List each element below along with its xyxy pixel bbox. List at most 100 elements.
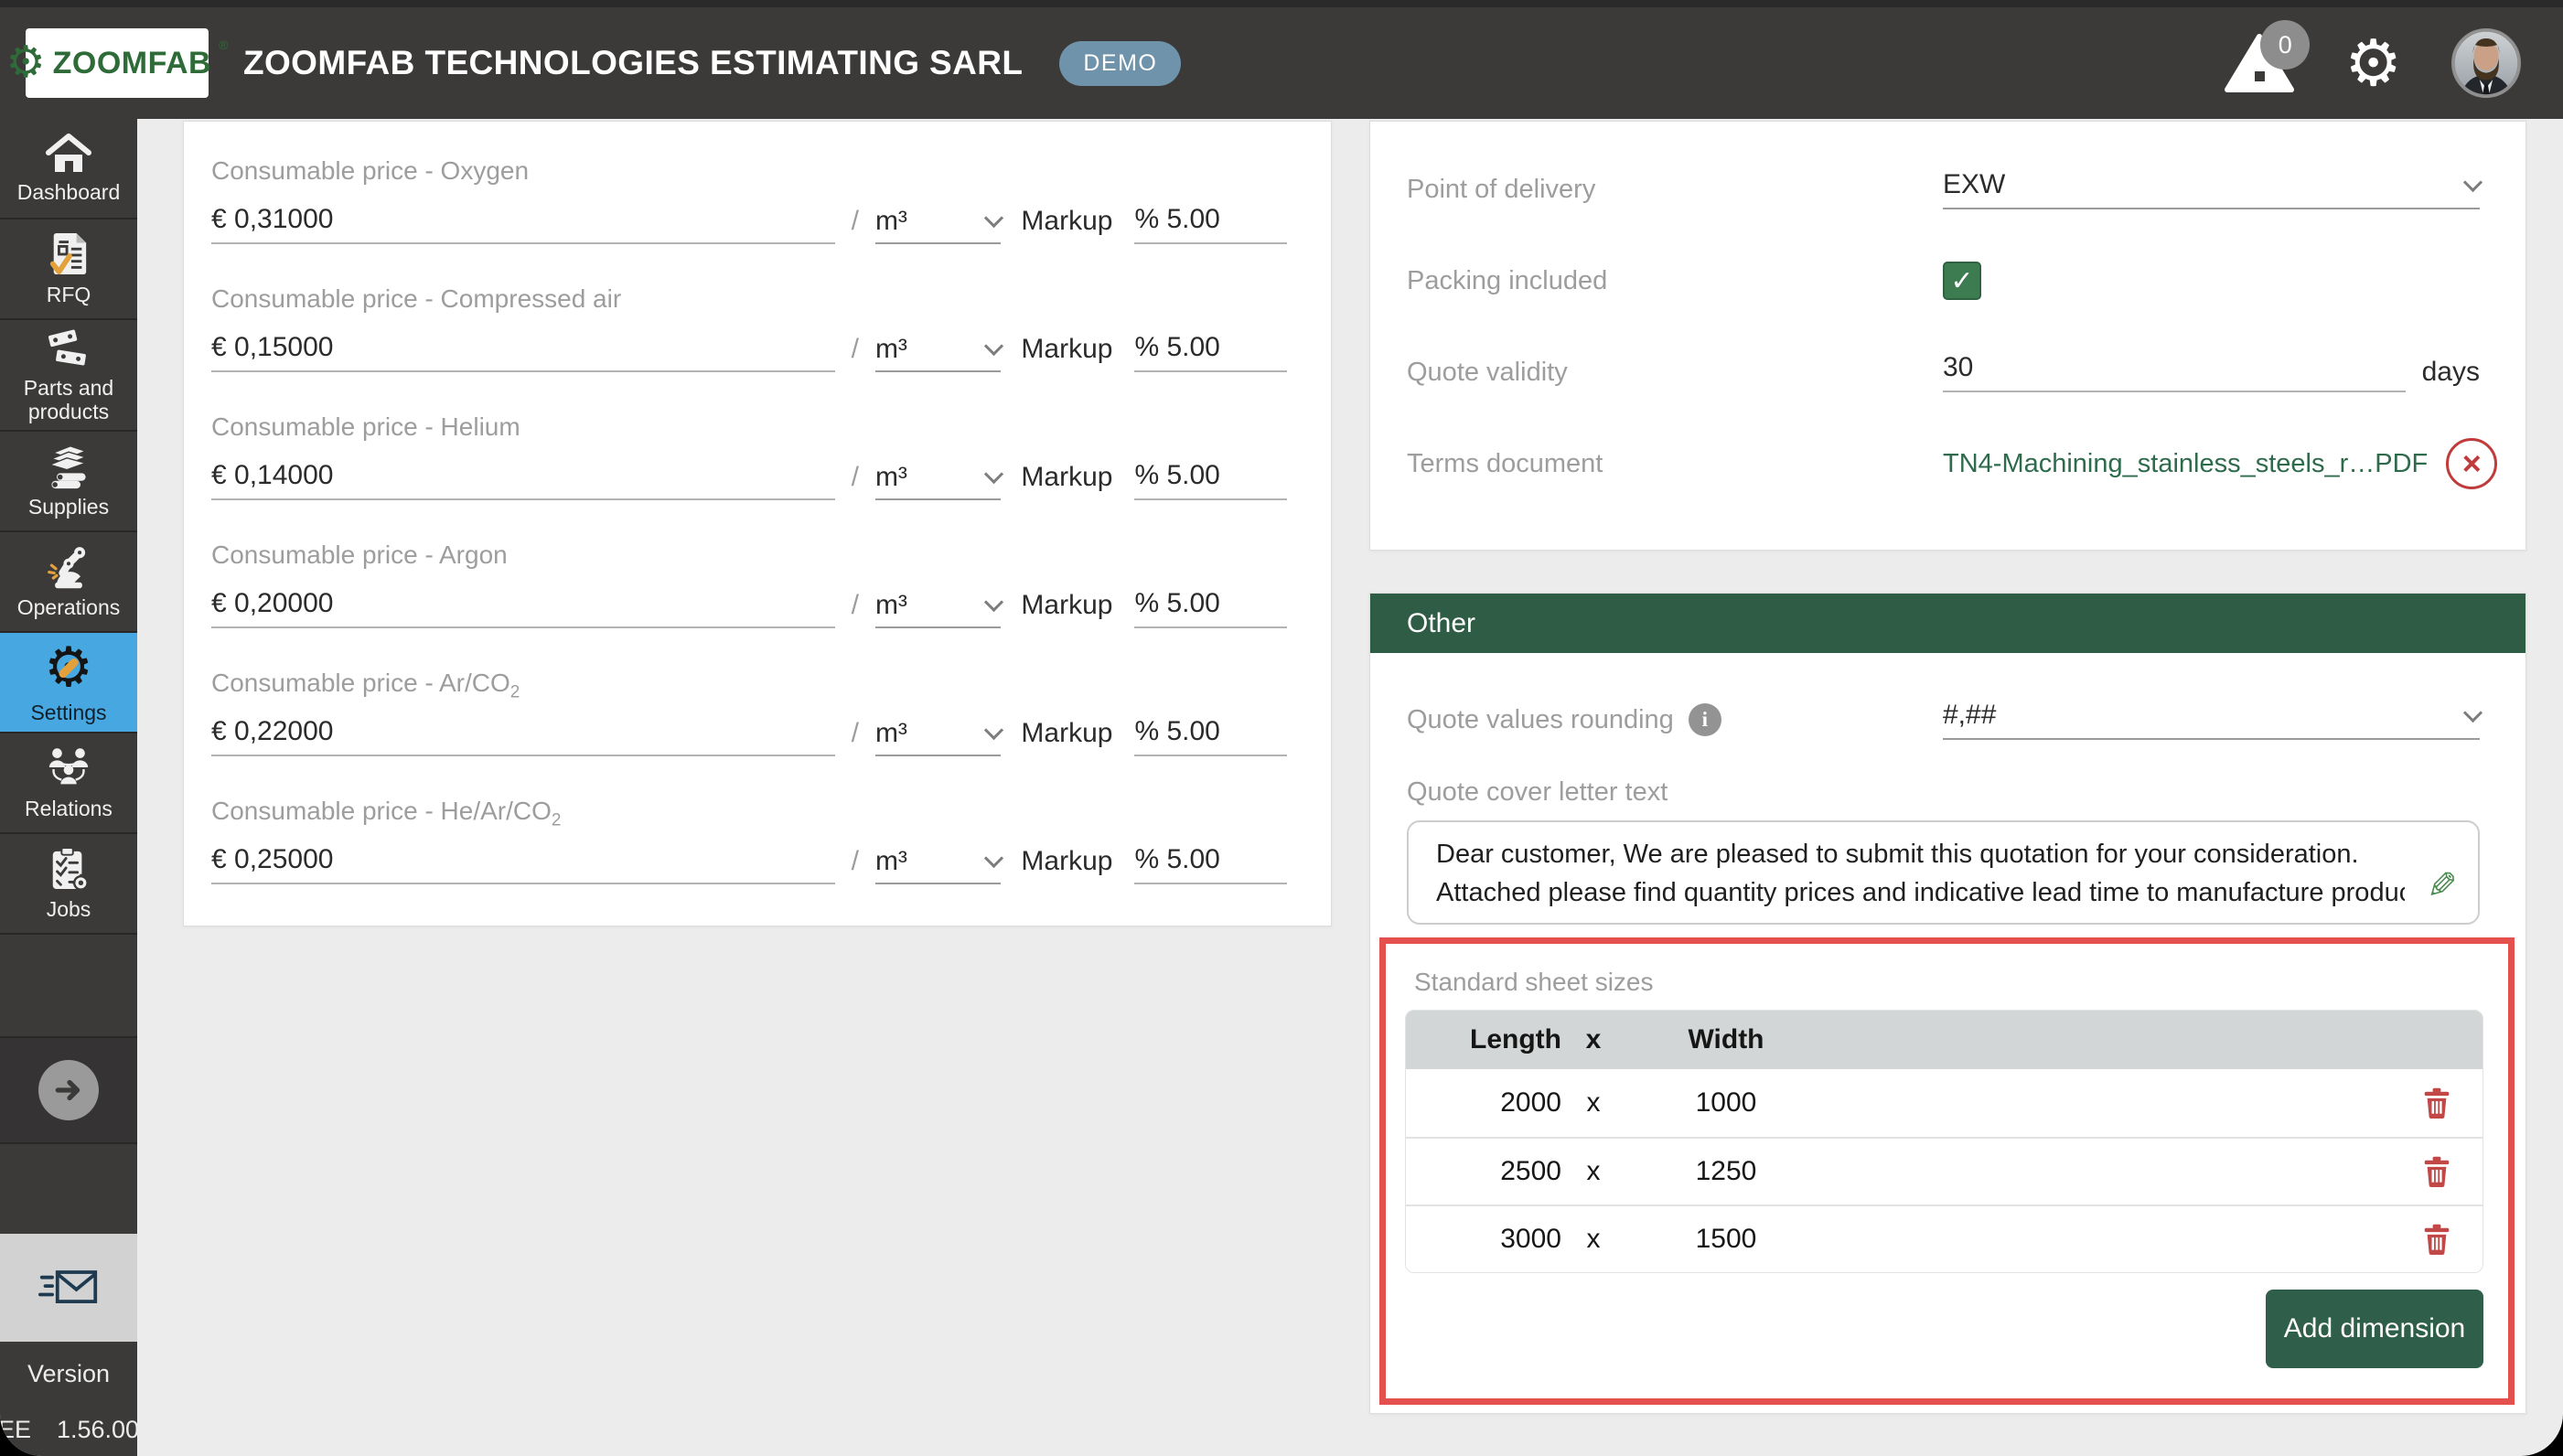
add-dimension-button[interactable]: Add dimension bbox=[2266, 1290, 2483, 1368]
price-input[interactable]: € 0,20000 bbox=[211, 588, 835, 628]
terms-document-link[interactable]: TN4-Machining_stainless_steels_r…PDF bbox=[1943, 449, 2428, 479]
table-row: 3000 x 1500 bbox=[1406, 1204, 2483, 1272]
field-label: Consumable price - Argon bbox=[211, 541, 1287, 575]
sidebar-item-relations[interactable]: Relations bbox=[0, 733, 137, 834]
x-column-header: x bbox=[1561, 1024, 1625, 1055]
days-unit-label: days bbox=[2422, 357, 2480, 388]
chevron-down-icon bbox=[984, 593, 1003, 612]
send-mail-icon bbox=[38, 1269, 99, 1307]
edit-pencil-icon[interactable]: ✎ bbox=[2427, 868, 2458, 905]
price-input[interactable]: € 0,14000 bbox=[211, 460, 835, 500]
cover-letter-line2: Attached please find quantity prices and… bbox=[1436, 873, 2405, 912]
contact-mail-button[interactable] bbox=[0, 1234, 137, 1342]
cover-letter-textarea[interactable]: Dear customer, We are pleased to submit … bbox=[1407, 820, 2480, 925]
chevron-down-icon bbox=[984, 849, 1003, 868]
other-settings-card: Other Quote values rounding i #,## Quote… bbox=[1369, 593, 2526, 1414]
collapse-arrow-button[interactable] bbox=[38, 1060, 99, 1120]
unit-select[interactable]: m³ bbox=[875, 334, 1001, 372]
markup-input[interactable]: % 5.00 bbox=[1134, 844, 1287, 884]
sidebar-label: RFQ bbox=[43, 283, 95, 306]
version-edition: EE bbox=[0, 1416, 31, 1444]
robot-arm-icon bbox=[45, 544, 92, 590]
rounding-select[interactable]: #,## bbox=[1943, 700, 2480, 740]
terms-document-row: Terms document TN4-Machining_stainless_s… bbox=[1370, 418, 2525, 509]
consumable-row-arco2: Consumable price - Ar/CO2 € 0,22000 / m³… bbox=[211, 669, 1287, 797]
markup-input[interactable]: % 5.00 bbox=[1134, 716, 1287, 756]
width-value: 1500 bbox=[1625, 1224, 1827, 1255]
delete-row-button[interactable] bbox=[2419, 1084, 2454, 1122]
settings-gear-button[interactable]: ⚙ bbox=[2344, 31, 2402, 95]
sidebar-label: Relations bbox=[21, 797, 116, 820]
unit-select[interactable]: m³ bbox=[875, 206, 1001, 244]
rfq-document-icon bbox=[48, 231, 90, 277]
trash-icon bbox=[2423, 1087, 2450, 1119]
standard-sheet-sizes-section: Standard sheet sizes Length x Width 2000… bbox=[1379, 937, 2515, 1405]
field-label: Consumable price - He/Ar/CO2 bbox=[211, 797, 1287, 831]
page-title: ZOOMFAB TECHNOLOGIES ESTIMATING SARL bbox=[243, 44, 1023, 82]
sidebar-label: Dashboard bbox=[14, 180, 124, 204]
sidebar-item-parts-and-products[interactable]: Parts and products bbox=[0, 320, 137, 432]
people-network-icon bbox=[44, 745, 93, 791]
supplies-icon bbox=[45, 444, 92, 489]
price-input[interactable]: € 0,25000 bbox=[211, 844, 835, 884]
price-input[interactable]: € 0,31000 bbox=[211, 204, 835, 244]
sidebar-item-operations[interactable]: Operations bbox=[0, 532, 137, 633]
unit-select[interactable]: m³ bbox=[875, 462, 1001, 500]
field-label: Quote validity bbox=[1407, 358, 1943, 388]
price-input[interactable]: € 0,22000 bbox=[211, 716, 835, 756]
remove-document-button[interactable]: × bbox=[2446, 438, 2497, 489]
per-separator: / bbox=[852, 206, 859, 237]
unit-select[interactable]: m³ bbox=[875, 590, 1001, 628]
delete-row-button[interactable] bbox=[2419, 1152, 2454, 1191]
chevron-down-icon bbox=[2463, 702, 2483, 722]
packing-included-checkbox[interactable]: ✓ bbox=[1943, 262, 1981, 300]
sidebar-label: Settings bbox=[27, 701, 110, 724]
consumable-row-hearco2: Consumable price - He/Ar/CO2 € 0,25000 /… bbox=[211, 797, 1287, 925]
markup-input[interactable]: % 5.00 bbox=[1134, 588, 1287, 628]
markup-label: Markup bbox=[1021, 334, 1112, 365]
field-label: Consumable price - Ar/CO2 bbox=[211, 669, 1287, 703]
sidebar-item-supplies[interactable]: Supplies bbox=[0, 432, 137, 532]
version-number: 1.56.00 bbox=[57, 1416, 139, 1444]
price-input[interactable]: € 0,15000 bbox=[211, 332, 835, 372]
sidebar-item-rfq[interactable]: RFQ bbox=[0, 219, 137, 320]
chevron-down-icon bbox=[2463, 172, 2483, 191]
width-value: 1000 bbox=[1625, 1087, 1827, 1119]
chevron-down-icon bbox=[984, 721, 1003, 740]
per-separator: / bbox=[852, 846, 859, 877]
sidebar-item-jobs[interactable]: Jobs bbox=[0, 834, 137, 935]
other-section-header: Other bbox=[1370, 594, 2525, 653]
markup-input[interactable]: % 5.00 bbox=[1134, 204, 1287, 244]
chevron-down-icon bbox=[984, 337, 1003, 356]
unit-select[interactable]: m³ bbox=[875, 718, 1001, 756]
registered-mark: ® bbox=[219, 37, 228, 52]
user-avatar[interactable] bbox=[2451, 28, 2521, 98]
info-icon[interactable]: i bbox=[1689, 703, 1721, 736]
sheet-sizes-label: Standard sheet sizes bbox=[1405, 968, 2483, 997]
sidebar-spacer bbox=[0, 935, 137, 1036]
quote-validity-input[interactable]: 30 bbox=[1943, 352, 2406, 392]
sidebar-item-settings[interactable]: ⚙ Settings bbox=[0, 633, 137, 733]
chevron-down-icon bbox=[984, 465, 1003, 484]
sidebar-label: Operations bbox=[14, 595, 124, 619]
point-of-delivery-select[interactable]: EXW bbox=[1943, 169, 2480, 209]
notifications-button[interactable]: 0 bbox=[2224, 33, 2295, 93]
trash-icon bbox=[2423, 1156, 2450, 1187]
table-header-row: Length x Width bbox=[1406, 1011, 2483, 1069]
consumable-row-oxygen: Consumable price - Oxygen € 0,31000 / m³… bbox=[211, 156, 1287, 284]
markup-label: Markup bbox=[1021, 590, 1112, 621]
consumable-row-compressed-air: Consumable price - Compressed air € 0,15… bbox=[211, 284, 1287, 412]
markup-input[interactable]: % 5.00 bbox=[1134, 460, 1287, 500]
per-separator: / bbox=[852, 462, 859, 493]
quote-settings-card: Point of delivery EXW Packing included ✓… bbox=[1369, 121, 2526, 551]
gear-wrench-icon: ⚙ bbox=[41, 640, 96, 695]
width-value: 1250 bbox=[1625, 1156, 1827, 1187]
delete-row-button[interactable] bbox=[2419, 1220, 2454, 1258]
length-value: 2500 bbox=[1406, 1156, 1561, 1187]
sidebar-item-dashboard[interactable]: Dashboard bbox=[0, 119, 137, 219]
markup-input[interactable]: % 5.00 bbox=[1134, 332, 1287, 372]
markup-label: Markup bbox=[1021, 718, 1112, 749]
x-separator: x bbox=[1561, 1156, 1625, 1187]
unit-select[interactable]: m³ bbox=[875, 846, 1001, 884]
length-value: 3000 bbox=[1406, 1224, 1561, 1255]
